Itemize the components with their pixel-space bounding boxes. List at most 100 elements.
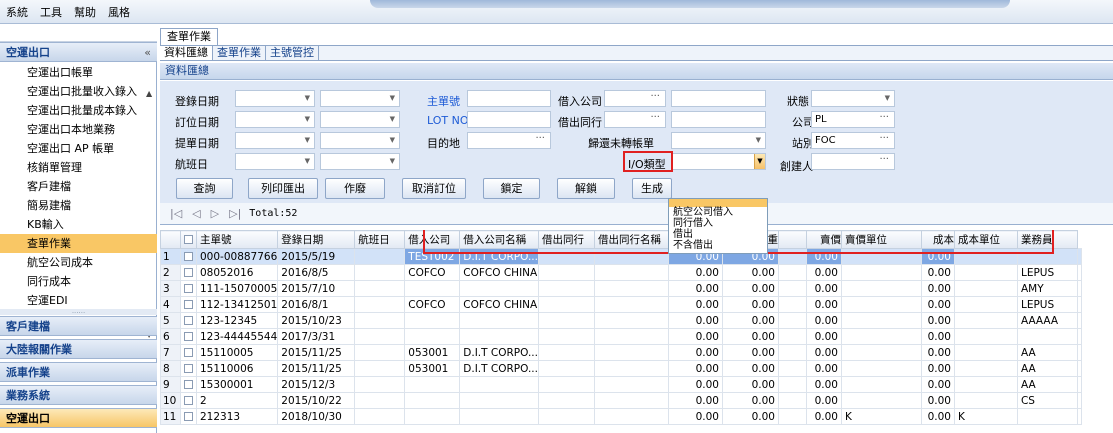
table-row[interactable]: 3 111-15070005 2015/7/10 0.00 0.00 0.00 0.00 AM… [160, 280, 1082, 297]
print-export-button[interactable]: 列印匯出 [248, 178, 318, 199]
nav-group-business[interactable]: 業務系統 [0, 385, 157, 405]
table-row[interactable]: 10 2 2015/10/22 0.00 0.00 0.00 0.00 CS [160, 392, 1082, 409]
table-cell: 212313 [195, 408, 279, 425]
select-all-checkbox[interactable] [180, 230, 197, 249]
sidebar-item[interactable]: 空運出口批量收入錄入 [0, 82, 157, 101]
menu-help[interactable]: 幫助 [74, 4, 96, 20]
station-input[interactable]: FOC ··· [811, 132, 895, 149]
sidebar-item[interactable]: 航空公司成本 [0, 253, 157, 272]
sidebar-item[interactable]: 核銷單管理 [0, 158, 157, 177]
row-checkbox[interactable] [180, 392, 197, 409]
destination-input[interactable]: ··· [467, 132, 551, 149]
io-type-option[interactable]: 借出 [669, 229, 767, 240]
io-type-option[interactable]: 同行借入 [669, 218, 767, 229]
nav-group-air-export[interactable]: 空運出口 [0, 408, 157, 428]
row-checkbox[interactable] [180, 408, 197, 425]
table-row[interactable]: 8 15110006 2015/11/25 053001 D.I.T CORPO... 0… [160, 360, 1082, 377]
nav-group-air-export-header[interactable]: 空運出口 « [0, 42, 157, 62]
lading-date-from[interactable]: ▼ [235, 132, 315, 149]
table-row[interactable]: 7 15110005 2015/11/25 053001 D.I.T CORPO... 0… [160, 344, 1082, 361]
sidebar-item[interactable]: KB輸入 [0, 215, 157, 234]
tab-query[interactable]: 查單作業 [160, 28, 218, 45]
table-row[interactable]: 4 112-13412501 2016/8/1 COFCO COFCO CHINA 0.0… [160, 296, 1082, 313]
scroll-up-icon[interactable]: ▲ [146, 89, 152, 98]
io-type-select[interactable]: ▼ [671, 153, 766, 170]
creator-input[interactable]: ··· [811, 153, 895, 170]
row-checkbox[interactable] [180, 376, 197, 393]
lading-date-to[interactable]: ▼ [320, 132, 400, 149]
io-type-option[interactable]: 航空公司借入 [669, 207, 767, 218]
table-row[interactable]: 2 08052016 2016/8/5 COFCO COFCO CHINA 0.00 0.0… [160, 264, 1082, 281]
cancel-booking-button[interactable]: 取消訂位 [402, 178, 466, 199]
next-page-icon[interactable]: ▷ [211, 207, 219, 220]
mawb-input[interactable] [467, 90, 551, 107]
mawb-label[interactable]: 主單號 [427, 93, 460, 109]
row-checkbox[interactable] [180, 280, 197, 297]
menu-style[interactable]: 風格 [108, 4, 130, 20]
column-header[interactable]: 航班日 [354, 230, 406, 249]
return-unbilled-select[interactable]: ▼ [671, 132, 766, 149]
row-checkbox[interactable] [180, 248, 197, 265]
row-checkbox[interactable] [180, 296, 197, 313]
sidebar-item[interactable]: 空運出口本地業務 [0, 120, 157, 139]
nav-search-input[interactable] [0, 25, 157, 42]
table-cell [537, 312, 595, 329]
book-date-to[interactable]: ▼ [320, 111, 400, 128]
unlock-button[interactable]: 解鎖 [557, 178, 615, 199]
row-checkbox[interactable] [180, 344, 197, 361]
register-date-from[interactable]: ▼ [235, 90, 315, 107]
io-type-dropdown-button[interactable]: ▼ [754, 154, 765, 169]
sidebar-item[interactable]: 查單作業 [0, 234, 157, 253]
generate-button[interactable]: 生成 [632, 178, 672, 199]
menu-tools[interactable]: 工具 [40, 4, 62, 20]
table-row[interactable]: 9 15300001 2015/12/3 0.00 0.00 0.00 0.00 AA [160, 376, 1082, 393]
row-checkbox[interactable] [180, 360, 197, 377]
sidebar-item[interactable]: 空運出口批量成本錄入 [0, 101, 157, 120]
table-row[interactable]: 11 212313 2018/10/30 0.00 0.00 0.00 K 0.00 K [160, 408, 1082, 425]
column-header[interactable]: 主單號 [195, 230, 279, 249]
query-button[interactable]: 查詢 [176, 178, 233, 199]
first-page-icon[interactable]: |◁ [170, 207, 182, 220]
last-page-icon[interactable]: ▷| [229, 207, 241, 220]
collapse-icon[interactable]: « [144, 43, 151, 62]
io-type-option[interactable] [669, 199, 767, 207]
sidebar-item[interactable]: 空運出口帳單 [0, 63, 157, 82]
row-checkbox[interactable] [180, 312, 197, 329]
sidebar-item[interactable]: 空運出口 AP 帳單 [0, 139, 157, 158]
lot-no-label[interactable]: LOT NO [427, 114, 469, 127]
tab-mawb-control[interactable]: 主號管控 [266, 46, 319, 60]
void-button[interactable]: 作廢 [325, 178, 385, 199]
table-row[interactable]: 6 123-44445544 2017/3/31 0.00 0.00 0.00 0.00 [160, 328, 1082, 345]
splitter-grip[interactable]: ...... [0, 308, 157, 315]
lot-no-input[interactable] [467, 111, 551, 128]
tab-summary[interactable]: 資料匯總 [160, 46, 213, 60]
nav-group-dispatch[interactable]: 派車作業 [0, 362, 157, 382]
lock-button[interactable]: 鎖定 [483, 178, 540, 199]
prev-page-icon[interactable]: ◁ [192, 207, 200, 220]
lend-company-name[interactable] [671, 90, 766, 107]
flight-date-from[interactable]: ▼ [235, 153, 315, 170]
column-header[interactable]: 登錄日期 [277, 230, 356, 249]
sidebar-item[interactable]: 簡易建檔 [0, 196, 157, 215]
lend-out-peer-name[interactable] [671, 111, 766, 128]
nav-group-customs[interactable]: 大陸報關作業 [0, 339, 157, 359]
menu-system[interactable]: 系統 [6, 4, 28, 20]
table-row[interactable]: 5 123-12345 2015/10/23 0.00 0.00 0.00 0.00 AAAA… [160, 312, 1082, 329]
status-select[interactable]: ▼ [811, 90, 895, 107]
sidebar-item[interactable]: 同行成本 [0, 272, 157, 291]
nav-group-customer[interactable]: 客戶建檔 [0, 316, 157, 336]
table-cell [840, 360, 922, 377]
row-checkbox[interactable] [180, 264, 197, 281]
lend-company-code[interactable]: ··· [604, 90, 666, 107]
lend-out-peer-code[interactable]: ··· [604, 111, 666, 128]
company-input[interactable]: PL ··· [811, 111, 895, 128]
row-checkbox[interactable] [180, 328, 197, 345]
book-date-from[interactable]: ▼ [235, 111, 315, 128]
sidebar-item[interactable]: 客戶建檔 [0, 177, 157, 196]
register-date-to[interactable]: ▼ [320, 90, 400, 107]
tab-query-op[interactable]: 查單作業 [213, 46, 266, 60]
table-cell: 0.00 [721, 376, 779, 393]
flight-date-to[interactable]: ▼ [320, 153, 400, 170]
table-cell [593, 376, 669, 393]
io-type-option[interactable]: 不含借出 [669, 240, 767, 251]
